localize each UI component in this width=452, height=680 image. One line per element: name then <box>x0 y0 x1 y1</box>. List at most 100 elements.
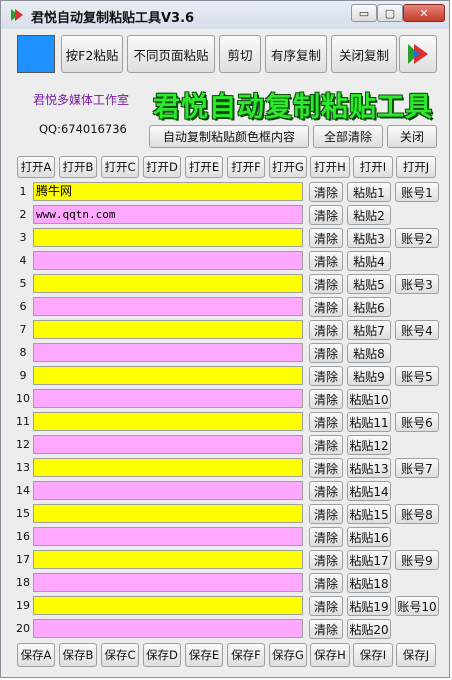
text-field[interactable] <box>33 619 303 638</box>
paste-button[interactable]: 粘贴2 <box>347 205 391 225</box>
text-field[interactable] <box>33 251 303 270</box>
text-field[interactable] <box>33 228 303 247</box>
paste-button[interactable]: 粘贴1 <box>347 182 391 202</box>
text-field[interactable] <box>33 458 303 477</box>
account-button[interactable]: 账号2 <box>395 228 439 248</box>
open-button-i[interactable]: 打开I <box>353 156 393 178</box>
text-field[interactable]: 腾牛网 <box>33 182 303 201</box>
paste-button[interactable]: 粘贴13 <box>347 458 391 478</box>
text-field[interactable] <box>33 320 303 339</box>
clear-button[interactable]: 清除 <box>309 504 343 524</box>
text-field[interactable] <box>33 596 303 615</box>
save-button-f[interactable]: 保存F <box>227 643 265 667</box>
paste-button[interactable]: 粘贴16 <box>347 527 391 547</box>
close-copy-button[interactable]: 关闭复制 <box>331 35 397 73</box>
account-button[interactable]: 账号6 <box>395 412 439 432</box>
account-button[interactable]: 账号8 <box>395 504 439 524</box>
save-button-h[interactable]: 保存H <box>310 643 350 667</box>
auto-copy-color-box-button[interactable]: 自动复制粘贴颜色框内容 <box>149 125 309 148</box>
text-field[interactable] <box>33 435 303 454</box>
f2-paste-button[interactable]: 按F2粘贴 <box>61 35 123 73</box>
clear-button[interactable]: 清除 <box>309 205 343 225</box>
clear-button[interactable]: 清除 <box>309 228 343 248</box>
clear-button[interactable]: 清除 <box>309 435 343 455</box>
color-swatch[interactable] <box>17 35 55 73</box>
paste-button[interactable]: 粘贴11 <box>347 412 391 432</box>
paste-button[interactable]: 粘贴17 <box>347 550 391 570</box>
paste-button[interactable]: 粘贴8 <box>347 343 391 363</box>
text-field[interactable] <box>33 297 303 316</box>
clear-button[interactable]: 清除 <box>309 596 343 616</box>
different-page-paste-button[interactable]: 不同页面粘贴 <box>127 35 215 73</box>
close-button[interactable]: 关闭 <box>387 125 437 148</box>
text-field[interactable] <box>33 274 303 293</box>
open-button-e[interactable]: 打开E <box>185 156 223 178</box>
text-field[interactable]: www.qqtn.com <box>33 205 303 224</box>
clear-button[interactable]: 清除 <box>309 297 343 317</box>
text-field[interactable] <box>33 504 303 523</box>
save-button-j[interactable]: 保存J <box>396 643 436 667</box>
paste-button[interactable]: 粘贴20 <box>347 619 391 639</box>
clear-button[interactable]: 清除 <box>309 550 343 570</box>
account-button[interactable]: 账号9 <box>395 550 439 570</box>
open-button-d[interactable]: 打开D <box>143 156 181 178</box>
account-button[interactable]: 账号1 <box>395 182 439 202</box>
paste-button[interactable]: 粘贴18 <box>347 573 391 593</box>
text-field[interactable] <box>33 366 303 385</box>
text-field[interactable] <box>33 573 303 592</box>
paste-button[interactable]: 粘贴4 <box>347 251 391 271</box>
clear-button[interactable]: 清除 <box>309 251 343 271</box>
clear-button[interactable]: 清除 <box>309 412 343 432</box>
paste-button[interactable]: 粘贴5 <box>347 274 391 294</box>
logo-button[interactable] <box>399 35 437 73</box>
save-button-a[interactable]: 保存A <box>17 643 55 667</box>
account-button[interactable]: 账号3 <box>395 274 439 294</box>
title-bar[interactable]: 君悦自动复制粘贴工具V3.6 ▭ ▢ ✕ <box>1 1 449 29</box>
clear-button[interactable]: 清除 <box>309 619 343 639</box>
paste-button[interactable]: 粘贴19 <box>347 596 391 616</box>
cut-button[interactable]: 剪切 <box>219 35 261 73</box>
clear-button[interactable]: 清除 <box>309 481 343 501</box>
save-button-g[interactable]: 保存G <box>269 643 307 667</box>
clear-button[interactable]: 清除 <box>309 458 343 478</box>
open-button-g[interactable]: 打开G <box>269 156 307 178</box>
ordered-copy-button[interactable]: 有序复制 <box>265 35 327 73</box>
clear-button[interactable]: 清除 <box>309 573 343 593</box>
text-field[interactable] <box>33 343 303 362</box>
text-field[interactable] <box>33 550 303 569</box>
minimize-button[interactable]: ▭ <box>351 4 377 22</box>
text-field[interactable] <box>33 412 303 431</box>
paste-button[interactable]: 粘贴9 <box>347 366 391 386</box>
clear-button[interactable]: 清除 <box>309 320 343 340</box>
close-window-button[interactable]: ✕ <box>403 4 445 22</box>
save-button-e[interactable]: 保存E <box>185 643 223 667</box>
save-button-b[interactable]: 保存B <box>59 643 97 667</box>
account-button[interactable]: 账号5 <box>395 366 439 386</box>
clear-button[interactable]: 清除 <box>309 182 343 202</box>
paste-button[interactable]: 粘贴12 <box>347 435 391 455</box>
save-button-c[interactable]: 保存C <box>101 643 139 667</box>
clear-button[interactable]: 清除 <box>309 274 343 294</box>
paste-button[interactable]: 粘贴15 <box>347 504 391 524</box>
account-button[interactable]: 账号10 <box>395 596 439 616</box>
open-button-f[interactable]: 打开F <box>227 156 265 178</box>
account-button[interactable]: 账号4 <box>395 320 439 340</box>
text-field[interactable] <box>33 527 303 546</box>
paste-button[interactable]: 粘贴14 <box>347 481 391 501</box>
maximize-button[interactable]: ▢ <box>377 4 403 22</box>
open-button-j[interactable]: 打开J <box>396 156 436 178</box>
paste-button[interactable]: 粘贴10 <box>347 389 391 409</box>
open-button-a[interactable]: 打开A <box>17 156 55 178</box>
clear-all-button[interactable]: 全部清除 <box>313 125 383 148</box>
text-field[interactable] <box>33 481 303 500</box>
account-button[interactable]: 账号7 <box>395 458 439 478</box>
clear-button[interactable]: 清除 <box>309 366 343 386</box>
clear-button[interactable]: 清除 <box>309 389 343 409</box>
paste-button[interactable]: 粘贴7 <box>347 320 391 340</box>
clear-button[interactable]: 清除 <box>309 527 343 547</box>
open-button-h[interactable]: 打开H <box>310 156 350 178</box>
open-button-b[interactable]: 打开B <box>59 156 97 178</box>
save-button-d[interactable]: 保存D <box>143 643 181 667</box>
clear-button[interactable]: 清除 <box>309 343 343 363</box>
open-button-c[interactable]: 打开C <box>101 156 139 178</box>
